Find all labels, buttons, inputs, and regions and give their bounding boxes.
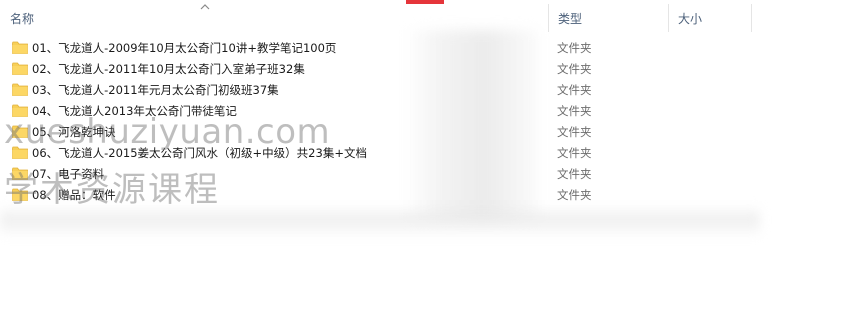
folder-icon (12, 83, 28, 96)
item-type: 文件夹 (557, 146, 592, 160)
item-type: 文件夹 (557, 188, 592, 202)
item-type: 文件夹 (557, 125, 592, 139)
column-header-type[interactable]: 类型 (548, 0, 668, 36)
blurred-region (405, 30, 540, 220)
item-type: 文件夹 (557, 41, 592, 55)
item-name: 02、飞龙道人-2011年10月太公奇门入室弟子班32集 (32, 62, 305, 76)
folder-icon (12, 62, 28, 75)
item-type: 文件夹 (557, 167, 592, 181)
item-type: 文件夹 (557, 62, 592, 76)
column-divider[interactable] (751, 4, 752, 32)
item-type: 文件夹 (557, 83, 592, 97)
item-name: 03、飞龙道人-2011年元月太公奇门初级班37集 (32, 83, 279, 97)
folder-icon (12, 41, 28, 54)
accent-mark (406, 0, 444, 4)
watermark-text: 学术资源课程 (4, 170, 220, 210)
item-type: 文件夹 (557, 104, 592, 118)
item-name: 01、飞龙道人-2009年10月太公奇门10讲+教学笔记100页 (32, 41, 337, 55)
watermark-url: xueshuziyuan.com (4, 112, 331, 152)
file-explorer: 名称 类型 大小 01、飞龙道人-2009年10月太公奇门10讲+教学笔记100… (0, 0, 866, 318)
column-header-size[interactable]: 大小 (668, 0, 752, 36)
chevron-up-icon (200, 4, 210, 10)
